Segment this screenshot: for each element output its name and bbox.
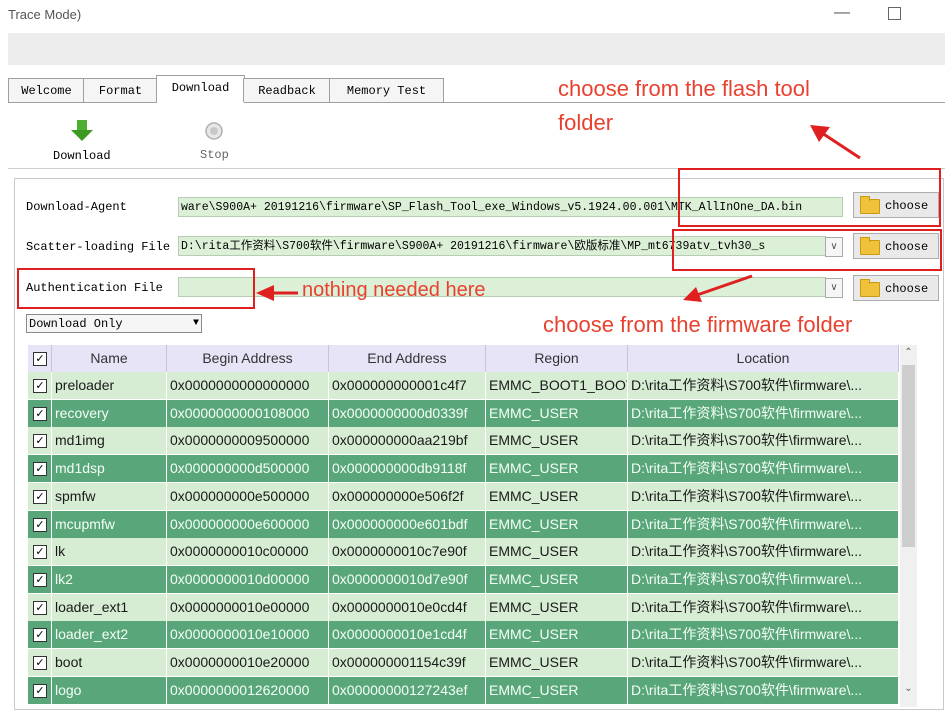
arrow-to-auth-box	[256, 285, 298, 301]
annotation-arrows	[256, 125, 861, 302]
arrow-to-flash-tool-box	[810, 125, 861, 160]
arrow-to-firmware-box	[683, 274, 753, 302]
